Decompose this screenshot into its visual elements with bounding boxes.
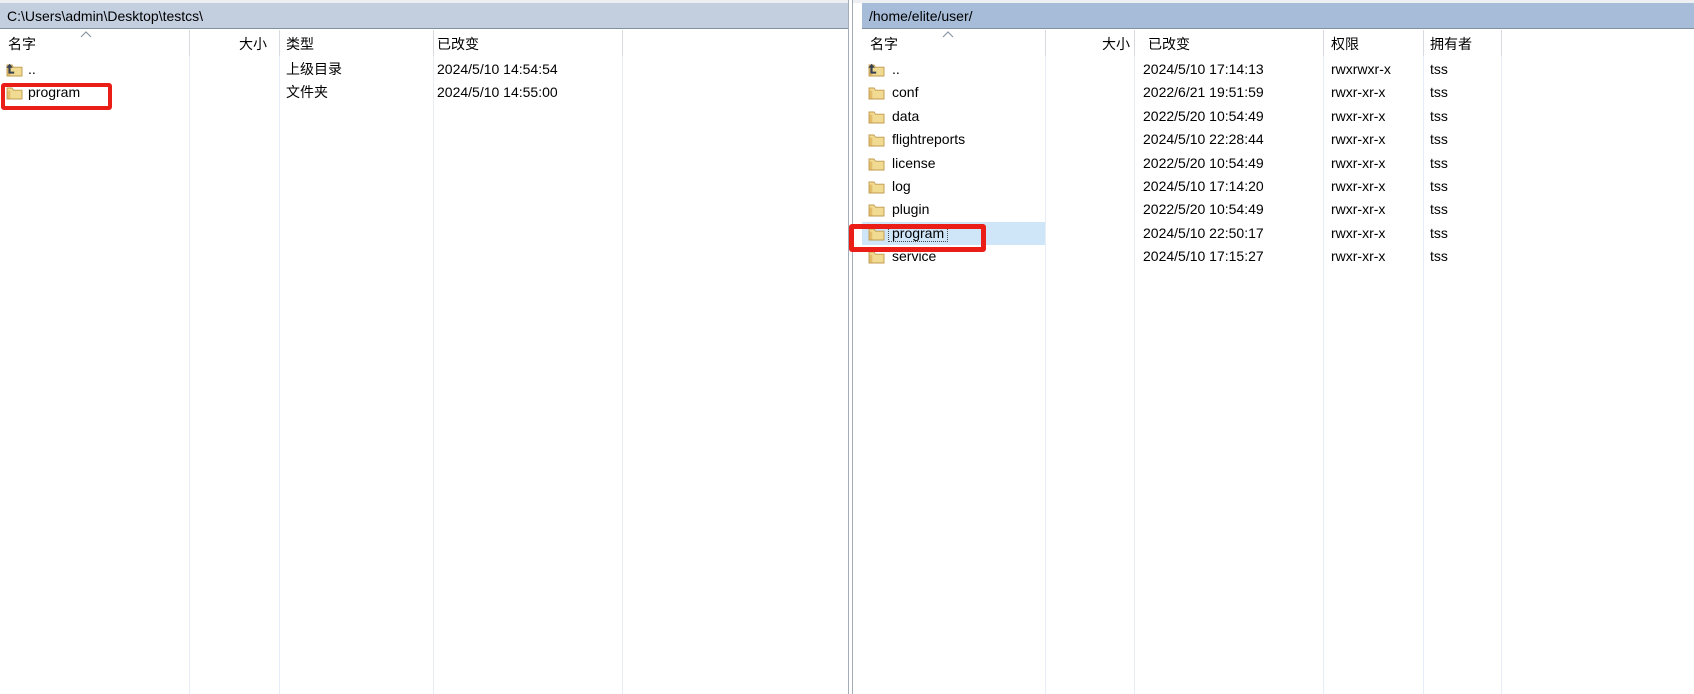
file-changed: 2022/5/20 10:54:49 [1143, 198, 1264, 221]
file-name: .. [28, 58, 36, 81]
folder-icon [868, 227, 885, 241]
file-row[interactable]: flightreports 2024/5/10 22:28:44 rwxr-xr… [862, 128, 1694, 151]
file-row[interactable]: program 2024/5/10 22:50:17 rwxr-xr-x tss [862, 222, 1694, 245]
file-name: .. [892, 58, 900, 81]
remote-file-list: .. 2024/5/10 17:14:13 rwxrwxr-x tss conf… [862, 58, 1694, 694]
file-row[interactable]: program 文件夹 2024/5/10 14:55:00 [0, 81, 849, 104]
column-header-type[interactable]: 类型 [286, 34, 314, 54]
file-changed: 2024/5/10 22:50:17 [1143, 222, 1264, 245]
file-name: plugin [892, 198, 929, 221]
file-owner: tss [1430, 198, 1448, 221]
file-changed: 2022/6/21 19:51:59 [1143, 81, 1264, 104]
file-row[interactable]: conf 2022/6/21 19:51:59 rwxr-xr-x tss [862, 81, 1694, 104]
file-permissions: rwxr-xr-x [1331, 81, 1385, 104]
remote-file-panel: /home/elite/user/ 名字 大小 已改变 权限 拥有者 .. 20… [862, 3, 1694, 694]
column-header-size[interactable]: 大小 [1050, 34, 1130, 54]
folder-icon [868, 250, 885, 264]
file-owner: tss [1430, 175, 1448, 198]
file-permissions: rwxr-xr-x [1331, 128, 1385, 151]
file-row[interactable]: service 2024/5/10 17:15:27 rwxr-xr-x tss [862, 245, 1694, 268]
folder-icon [868, 180, 885, 194]
file-changed: 2024/5/10 17:14:13 [1143, 58, 1264, 81]
remote-path-bar[interactable]: /home/elite/user/ [862, 3, 1694, 29]
file-name: program [28, 81, 80, 104]
sort-ascending-icon [942, 31, 954, 38]
file-owner: tss [1430, 152, 1448, 175]
file-permissions: rwxr-xr-x [1331, 175, 1385, 198]
file-row[interactable]: .. 上级目录 2024/5/10 14:54:54 [0, 58, 849, 81]
file-name: license [892, 152, 936, 175]
parent-folder-icon [868, 63, 885, 77]
file-owner: tss [1430, 245, 1448, 268]
local-file-list: .. 上级目录 2024/5/10 14:54:54 program 文件夹 2… [0, 58, 849, 694]
file-owner: tss [1430, 81, 1448, 104]
file-permissions: rwxr-xr-x [1331, 152, 1385, 175]
parent-folder-icon [6, 63, 23, 77]
file-changed: 2024/5/10 14:55:00 [437, 81, 558, 104]
folder-icon [868, 86, 885, 100]
file-type: 上级目录 [286, 58, 342, 81]
file-permissions: rwxr-xr-x [1331, 105, 1385, 128]
remote-column-header-row: 名字 大小 已改变 权限 拥有者 [862, 30, 1694, 56]
folder-icon [868, 203, 885, 217]
file-type: 文件夹 [286, 81, 328, 104]
local-file-panel: C:\Users\admin\Desktop\testcs\ 名字 大小 类型 … [0, 3, 849, 694]
file-row[interactable]: data 2022/5/20 10:54:49 rwxr-xr-x tss [862, 105, 1694, 128]
file-name: data [892, 105, 919, 128]
file-permissions: rwxr-xr-x [1331, 198, 1385, 221]
folder-icon [868, 133, 885, 147]
file-owner: tss [1430, 222, 1448, 245]
file-name: log [892, 175, 911, 198]
file-permissions: rwxr-xr-x [1331, 245, 1385, 268]
file-row[interactable]: plugin 2022/5/20 10:54:49 rwxr-xr-x tss [862, 198, 1694, 221]
file-permissions: rwxrwxr-x [1331, 58, 1391, 81]
file-changed: 2024/5/10 22:28:44 [1143, 128, 1264, 151]
file-owner: tss [1430, 105, 1448, 128]
file-row[interactable]: log 2024/5/10 17:14:20 rwxr-xr-x tss [862, 175, 1694, 198]
column-header-owner[interactable]: 拥有者 [1430, 34, 1472, 54]
file-name: program [892, 222, 947, 245]
local-path-bar[interactable]: C:\Users\admin\Desktop\testcs\ [0, 3, 849, 29]
file-changed: 2024/5/10 14:54:54 [437, 58, 558, 81]
file-changed: 2024/5/10 17:15:27 [1143, 245, 1264, 268]
file-permissions: rwxr-xr-x [1331, 222, 1385, 245]
file-name: flightreports [892, 128, 965, 151]
local-column-header-row: 名字 大小 类型 已改变 [0, 30, 849, 56]
file-owner: tss [1430, 128, 1448, 151]
file-name: service [892, 245, 936, 268]
file-changed: 2022/5/20 10:54:49 [1143, 152, 1264, 175]
file-name: conf [892, 81, 918, 104]
sort-ascending-icon [80, 31, 92, 38]
file-owner: tss [1430, 58, 1448, 81]
panel-splitter[interactable] [848, 0, 853, 694]
file-row[interactable]: .. 2024/5/10 17:14:13 rwxrwxr-x tss [862, 58, 1694, 81]
file-changed: 2022/5/20 10:54:49 [1143, 105, 1264, 128]
file-row[interactable]: license 2022/5/20 10:54:49 rwxr-xr-x tss [862, 152, 1694, 175]
folder-icon [6, 86, 23, 100]
folder-icon [868, 110, 885, 124]
file-changed: 2024/5/10 17:14:20 [1143, 175, 1264, 198]
column-header-name[interactable]: 名字 [870, 34, 898, 54]
column-header-changed[interactable]: 已改变 [437, 34, 479, 54]
column-header-name[interactable]: 名字 [8, 34, 36, 54]
column-header-size[interactable]: 大小 [189, 34, 267, 54]
column-header-perms[interactable]: 权限 [1331, 34, 1359, 54]
column-header-changed[interactable]: 已改变 [1148, 34, 1190, 54]
folder-icon [868, 157, 885, 171]
